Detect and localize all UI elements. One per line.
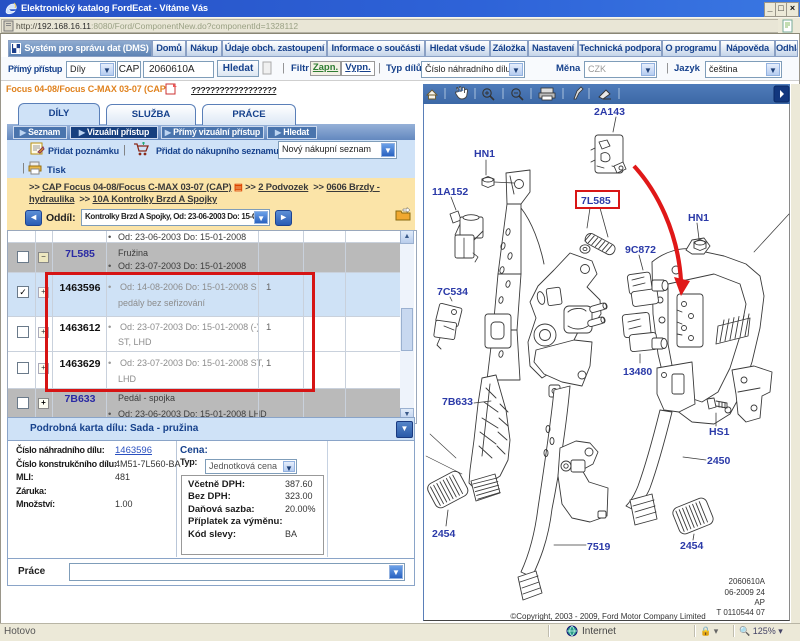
svg-text:06-2009 24: 06-2009 24 (725, 588, 766, 597)
svg-text:2060610A: 2060610A (729, 577, 766, 586)
svg-text:T 0110544 07: T 0110544 07 (716, 608, 765, 617)
svg-text:7C534: 7C534 (437, 286, 468, 298)
svg-text:AP: AP (754, 598, 765, 607)
svg-text:2454: 2454 (432, 528, 456, 540)
svg-text:HN1: HN1 (474, 148, 495, 160)
svg-text:13480: 13480 (623, 366, 652, 378)
svg-text:9C872: 9C872 (625, 244, 656, 256)
svg-text:©Copyright, 2003 - 2009, Ford: ©Copyright, 2003 - 2009, Ford Motor Comp… (510, 612, 705, 620)
svg-text:7L585: 7L585 (581, 195, 611, 207)
svg-text:2450: 2450 (707, 455, 731, 467)
svg-text:2A143: 2A143 (594, 106, 625, 118)
svg-text:HN1: HN1 (688, 212, 709, 224)
svg-text:7B633: 7B633 (442, 396, 473, 408)
svg-text:7519: 7519 (587, 541, 611, 553)
svg-text:11A152: 11A152 (432, 186, 468, 198)
svg-text:HS1: HS1 (709, 426, 730, 438)
svg-text:2454: 2454 (680, 540, 704, 552)
